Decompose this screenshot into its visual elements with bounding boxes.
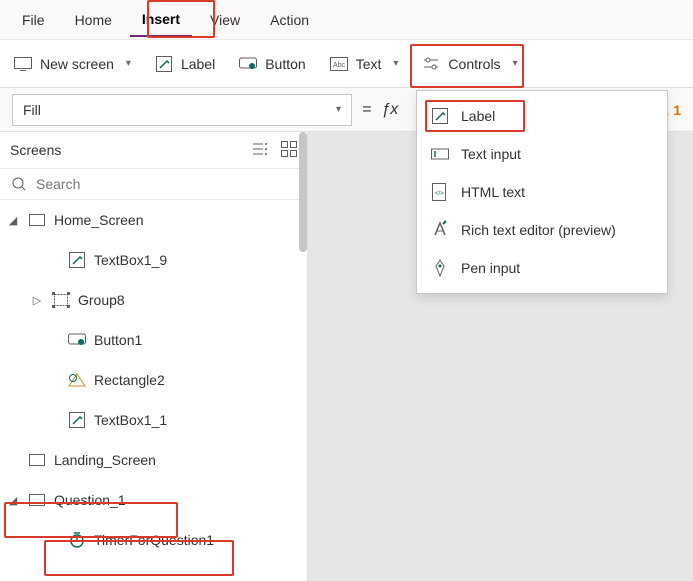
- tree-item-label: Home_Screen: [54, 212, 144, 228]
- search-input[interactable]: [36, 176, 297, 192]
- text-dropdown-menu: Label Text input </> HTML text Rich text edi…: [416, 90, 668, 294]
- tree-item-question_1[interactable]: ◢ Question_1: [0, 480, 306, 520]
- label-icon: [155, 55, 173, 73]
- dropdown-item-label: Pen input: [461, 260, 520, 276]
- tab-action[interactable]: Action: [258, 4, 321, 36]
- tree-item-textbox1_9[interactable]: TextBox1_9: [0, 240, 306, 280]
- tree-item-home_screen[interactable]: ◢ Home_Screen: [0, 200, 306, 240]
- controls-icon: [422, 55, 440, 73]
- new-screen-button[interactable]: New screen ▾: [14, 40, 131, 87]
- button-button-label: Button: [265, 56, 305, 72]
- tree-view[interactable]: ◢ Home_Screen TextBox1_9 ▷ Group8 Button1 Rect…: [0, 200, 307, 573]
- button-button[interactable]: Button: [239, 40, 305, 87]
- search-icon: [10, 175, 28, 193]
- controls-dropdown-button[interactable]: Controls ▾: [422, 40, 517, 87]
- text-icon: Abc: [330, 55, 348, 73]
- panel-title: Screens: [10, 142, 61, 158]
- tree-item-label: Group8: [78, 292, 125, 308]
- property-selector[interactable]: Fill ▾: [12, 94, 352, 126]
- tree-item-label: Button1: [94, 332, 142, 348]
- property-name: Fill: [23, 102, 41, 118]
- button-icon: [68, 331, 86, 349]
- tab-insert[interactable]: Insert: [130, 3, 192, 37]
- tree-item-label: Landing_Screen: [54, 452, 156, 468]
- richtext-icon: [431, 221, 449, 239]
- button-icon: [239, 55, 257, 73]
- tab-home[interactable]: Home: [63, 4, 124, 36]
- text-dropdown-button[interactable]: Abc Text ▾: [330, 40, 399, 87]
- screen-icon: [28, 211, 46, 229]
- rect-icon: [68, 371, 86, 389]
- group-icon: [52, 291, 70, 309]
- html-icon: </>: [431, 183, 449, 201]
- label-icon: [68, 251, 86, 269]
- label-button[interactable]: Label: [155, 40, 215, 87]
- search-row: [0, 168, 307, 200]
- screen-icon: [28, 451, 46, 469]
- svg-text:</>: </>: [435, 191, 444, 197]
- tree-item-timerforquestion1[interactable]: TimerForQuestion1: [0, 520, 306, 560]
- textinput-icon: [431, 145, 449, 163]
- caret-icon[interactable]: ▷: [30, 294, 44, 307]
- dropdown-item-pen-input[interactable]: Pen input: [417, 249, 667, 287]
- dropdown-item-label[interactable]: Label: [417, 97, 667, 135]
- tab-view[interactable]: View: [198, 4, 252, 36]
- svg-text:Abc: Abc: [333, 62, 346, 69]
- screen-icon: [28, 491, 46, 509]
- tree-item-label: TextBox1_1: [94, 412, 167, 428]
- screens-panel: Screens ◢ Home_Screen TextBox1_9 ▷ Group8 But…: [0, 132, 308, 581]
- dropdown-item-label: Label: [461, 108, 495, 124]
- ribbon-tabs: File Home Insert View Action: [0, 0, 693, 40]
- label-button-label: Label: [181, 56, 215, 72]
- thumbnail-view-icon[interactable]: [281, 141, 297, 160]
- dropdown-item-label: Text input: [461, 146, 521, 162]
- tree-item-label: Rectangle2: [94, 372, 165, 388]
- dropdown-item-text-input[interactable]: Text input: [417, 135, 667, 173]
- tree-view-icon[interactable]: [253, 141, 269, 160]
- chevron-down-icon: ▾: [336, 104, 341, 115]
- controls-dropdown-label: Controls: [448, 56, 500, 72]
- fx-button[interactable]: ƒx: [381, 101, 398, 119]
- text-dropdown-label: Text: [356, 56, 382, 72]
- ribbon-toolbar: New screen ▾ Label Button Abc Text ▾ Con…: [0, 40, 693, 88]
- dropdown-item-html-text[interactable]: </> HTML text: [417, 173, 667, 211]
- tab-file[interactable]: File: [10, 4, 57, 36]
- caret-icon[interactable]: ◢: [6, 214, 20, 227]
- chevron-down-icon: ▾: [393, 58, 398, 69]
- tree-item-rectangle2[interactable]: Rectangle2: [0, 360, 306, 400]
- tree-item-label: TextBox1_9: [94, 252, 167, 268]
- tree-item-landing_screen[interactable]: Landing_Screen: [0, 440, 306, 480]
- label-icon: [68, 411, 86, 429]
- formula-equals: =: [362, 101, 371, 119]
- panel-header: Screens: [0, 132, 307, 168]
- tree-item-textbox1_1[interactable]: TextBox1_1: [0, 400, 306, 440]
- scrollbar[interactable]: [299, 200, 307, 252]
- chevron-down-icon: ▾: [126, 58, 131, 69]
- dropdown-item-label: Rich text editor (preview): [461, 222, 616, 238]
- dropdown-item-rich-text-editor-preview-[interactable]: Rich text editor (preview): [417, 211, 667, 249]
- tree-item-label: TimerForQuestion1: [94, 532, 214, 548]
- pen-icon: [431, 259, 449, 277]
- new-screen-label: New screen: [40, 56, 114, 72]
- dropdown-item-label: HTML text: [461, 184, 525, 200]
- caret-icon[interactable]: ◢: [6, 494, 20, 507]
- tree-item-label: Question_1: [54, 492, 126, 508]
- tree-item-group8[interactable]: ▷ Group8: [0, 280, 306, 320]
- screen-icon: [14, 55, 32, 73]
- chevron-down-icon: ▾: [513, 58, 518, 69]
- tree-item-button1[interactable]: Button1: [0, 320, 306, 360]
- timer-icon: [68, 531, 86, 549]
- label-icon: [431, 107, 449, 125]
